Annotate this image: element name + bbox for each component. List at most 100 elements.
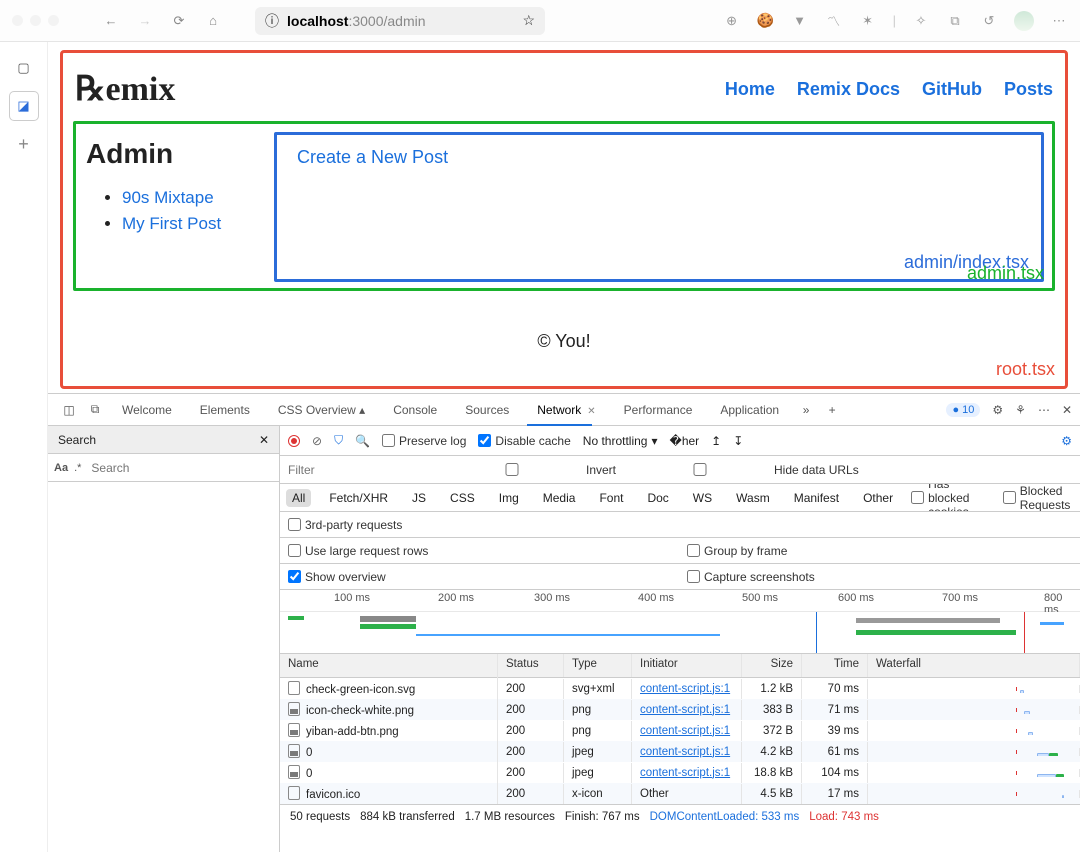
net-settings-icon[interactable]: ⚙	[1061, 434, 1072, 448]
type-doc[interactable]: Doc	[641, 489, 674, 507]
tab-performance[interactable]: Performance	[610, 395, 707, 425]
type-js[interactable]: JS	[406, 489, 432, 507]
type-font[interactable]: Font	[593, 489, 629, 507]
close-devtools-icon[interactable]: ✕	[1062, 403, 1072, 417]
back-button[interactable]: ←	[99, 9, 123, 33]
table-row[interactable]: favicon.ico200x-iconOther4.5 kB17 ms	[280, 783, 1080, 804]
tab-network[interactable]: Network✕	[523, 395, 609, 425]
root-outline: ℞emix Home Remix Docs GitHub Posts Admin…	[60, 50, 1068, 389]
filter-input[interactable]	[288, 463, 428, 477]
filter-funnel-icon[interactable]: ⛉	[334, 433, 343, 448]
overflow-icon[interactable]: ⋯	[1050, 12, 1068, 30]
top-nav: Home Remix Docs GitHub Posts	[725, 79, 1053, 100]
show-overview-checkbox[interactable]: Show overview	[288, 570, 386, 584]
clear-icon[interactable]: ⊘	[312, 434, 322, 448]
blocked-requests-checkbox[interactable]: Blocked Requests	[1003, 484, 1074, 512]
avatar-icon[interactable]	[1014, 11, 1034, 31]
tab-welcome[interactable]: Welcome	[108, 395, 186, 425]
group-by-frame-checkbox[interactable]: Group by frame	[687, 544, 787, 558]
type-ws[interactable]: WS	[687, 489, 718, 507]
tab-console[interactable]: Console	[379, 395, 451, 425]
nav-github[interactable]: GitHub	[922, 79, 982, 100]
panel-icon[interactable]: ▢	[10, 54, 38, 82]
tab-application[interactable]: Application	[706, 395, 793, 425]
ext-globe-icon[interactable]: ⊕	[723, 12, 741, 30]
create-post-link[interactable]: Create a New Post	[297, 147, 448, 167]
third-party-checkbox[interactable]: 3rd-party requests	[288, 518, 402, 532]
kebab-icon[interactable]: ⋯	[1038, 403, 1050, 417]
post-link[interactable]: 90s Mixtape	[122, 188, 214, 207]
ext-chart-icon[interactable]: 〽	[825, 12, 843, 30]
preserve-log-checkbox[interactable]: Preserve log	[382, 434, 466, 448]
side-toolbar: ▢ ◪ +	[0, 42, 48, 852]
ext-star-icon[interactable]: ✧	[912, 12, 930, 30]
tab-css-overview[interactable]: CSS Overview ▴	[264, 395, 379, 425]
type-wasm[interactable]: Wasm	[730, 489, 776, 507]
network-table-header[interactable]: Name Status Type Initiator Size Time Wat…	[280, 654, 1080, 678]
wifi-icon[interactable]: �her	[670, 434, 700, 448]
more-tabs-icon[interactable]: »	[793, 403, 819, 417]
ext-v-icon[interactable]: ▼	[791, 12, 809, 30]
star-icon[interactable]: ☆	[522, 12, 535, 29]
timeline-overview[interactable]	[280, 612, 1080, 654]
ext-cookie-icon[interactable]: 🍪	[757, 12, 775, 30]
table-row[interactable]: yiban-add-btn.png200pngcontent-script.js…	[280, 720, 1080, 741]
forward-button[interactable]: →	[133, 9, 157, 33]
inspect-icon[interactable]: ◫	[56, 403, 82, 417]
close-icon[interactable]: ✕	[587, 406, 595, 417]
window-controls[interactable]	[12, 15, 59, 26]
screenshots-checkbox[interactable]: Capture screenshots	[687, 570, 815, 584]
type-other[interactable]: Other	[857, 489, 899, 507]
device-icon[interactable]: ⧉	[82, 402, 108, 417]
info-icon[interactable]: ⓘ	[265, 11, 279, 31]
record-button[interactable]	[288, 435, 300, 447]
post-link[interactable]: My First Post	[122, 214, 221, 233]
url-bar[interactable]: ⓘ localhost:3000/admin ☆	[255, 7, 545, 35]
issues-badge[interactable]: ● 10	[946, 403, 980, 417]
disable-cache-checkbox[interactable]: Disable cache	[478, 434, 570, 448]
throttling-select[interactable]: No throttling ▾	[583, 434, 658, 448]
invert-checkbox[interactable]: Invert	[442, 463, 616, 477]
ext-copy-icon[interactable]: ⧉	[946, 12, 964, 30]
ai-icon[interactable]: ⚘	[1015, 403, 1026, 417]
nav-docs[interactable]: Remix Docs	[797, 79, 900, 100]
tab-sources[interactable]: Sources	[451, 395, 523, 425]
table-row[interactable]: 0200jpegcontent-script.js:14.2 kB61 ms	[280, 741, 1080, 762]
search-input[interactable]	[87, 457, 273, 479]
ext-puzzle-icon[interactable]: ✶	[859, 12, 877, 30]
large-rows-checkbox[interactable]: Use large request rows	[288, 544, 428, 558]
ext-history-icon[interactable]: ↺	[980, 12, 998, 30]
blocked-cookies-checkbox[interactable]: Has blocked cookies	[911, 484, 991, 512]
regex-toggle[interactable]: .*	[74, 462, 81, 474]
url-host: localhost	[287, 13, 348, 29]
tab-elements[interactable]: Elements	[186, 395, 264, 425]
type-all[interactable]: All	[286, 489, 311, 507]
type-filter-row: All Fetch/XHR JS CSS Img Media Font Doc …	[280, 484, 1080, 512]
table-row[interactable]: check-green-icon.svg200svg+xmlcontent-sc…	[280, 678, 1080, 699]
remix-logo: ℞emix	[75, 69, 175, 109]
nav-home[interactable]: Home	[725, 79, 775, 100]
footer-text: © You!	[73, 291, 1055, 380]
upload-icon[interactable]: ↥	[711, 434, 721, 448]
case-toggle[interactable]: Aa	[54, 462, 68, 474]
add-tab-icon[interactable]: +	[819, 403, 845, 417]
type-manifest[interactable]: Manifest	[788, 489, 845, 507]
type-media[interactable]: Media	[537, 489, 582, 507]
close-search-icon[interactable]: ✕	[259, 433, 269, 447]
home-button[interactable]: ⌂	[201, 9, 225, 33]
search-icon[interactable]: 🔍	[355, 434, 370, 448]
hide-data-urls-checkbox[interactable]: Hide data URLs	[630, 463, 859, 477]
type-fetch[interactable]: Fetch/XHR	[323, 489, 394, 507]
add-panel-icon[interactable]: +	[10, 130, 38, 158]
table-row[interactable]: 0200jpegcontent-script.js:118.8 kB104 ms	[280, 762, 1080, 783]
devtools-tabs: ◫ ⧉ Welcome Elements CSS Overview ▴ Cons…	[48, 394, 1080, 426]
table-row[interactable]: icon-check-white.png200pngcontent-script…	[280, 699, 1080, 720]
nav-posts[interactable]: Posts	[1004, 79, 1053, 100]
gear-icon[interactable]: ⚙	[992, 403, 1003, 417]
remix-ext-icon[interactable]: ◪	[10, 92, 38, 120]
type-css[interactable]: CSS	[444, 489, 481, 507]
type-img[interactable]: Img	[493, 489, 525, 507]
admin-heading: Admin	[86, 138, 260, 170]
reload-button[interactable]: ⟳	[167, 9, 191, 33]
download-icon[interactable]: ↧	[733, 434, 743, 448]
